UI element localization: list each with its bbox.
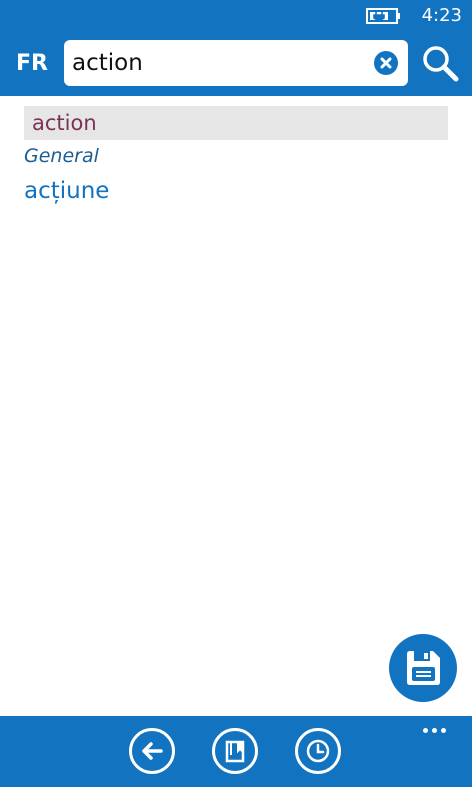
ellipsis-dot bbox=[432, 728, 437, 733]
search-input[interactable] bbox=[72, 46, 362, 80]
bookmark-book-icon bbox=[225, 740, 245, 763]
app-bar bbox=[0, 716, 472, 787]
headword-row: action bbox=[24, 106, 448, 140]
clear-icon[interactable] bbox=[374, 51, 398, 75]
header: FR bbox=[0, 32, 472, 96]
ellipsis-icon[interactable] bbox=[418, 722, 452, 738]
magnifier-icon[interactable] bbox=[420, 44, 460, 84]
save-button[interactable] bbox=[389, 634, 457, 702]
entry-panel: action General acțiune bbox=[0, 96, 472, 716]
back-arrow-icon bbox=[142, 742, 163, 760]
search-box bbox=[64, 40, 408, 86]
floppy-disk-icon bbox=[407, 651, 440, 685]
bookmarks-button[interactable] bbox=[212, 728, 258, 774]
ellipsis-dot bbox=[423, 728, 428, 733]
translation-link[interactable]: acțiune bbox=[24, 176, 109, 206]
status-bar: 4:23 bbox=[0, 0, 472, 32]
back-button[interactable] bbox=[129, 728, 175, 774]
category-label: General bbox=[24, 145, 99, 167]
ellipsis-dot bbox=[441, 728, 446, 733]
battery-charging-icon bbox=[366, 7, 402, 25]
language-selector[interactable]: FR bbox=[16, 51, 48, 77]
history-button[interactable] bbox=[295, 728, 341, 774]
clock: 4:23 bbox=[421, 5, 462, 26]
headword: action bbox=[32, 111, 97, 135]
history-clock-icon bbox=[306, 739, 330, 763]
